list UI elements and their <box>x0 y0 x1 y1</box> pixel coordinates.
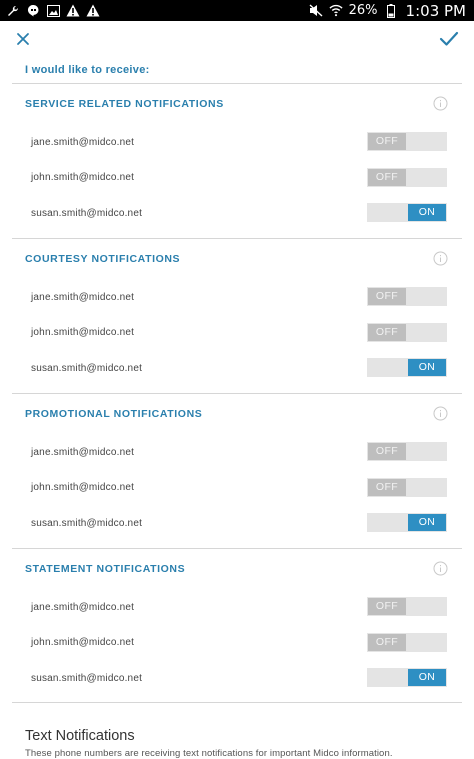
toggle-knob: OFF <box>368 133 406 150</box>
recipient-email: susan.smith@midco.net <box>31 363 143 374</box>
toggle-knob: OFF <box>368 288 406 305</box>
recipient-email: john.smith@midco.net <box>31 482 135 493</box>
section-title-service: SERVICE RELATED NOTIFICATIONS <box>25 98 224 110</box>
text-notifications-description: These phone numbers are receiving text n… <box>25 748 393 759</box>
wrench-icon <box>6 4 20 18</box>
recipient-email: susan.smith@midco.net <box>31 518 143 529</box>
recipient-email: john.smith@midco.net <box>31 172 135 183</box>
info-icon[interactable] <box>433 251 448 266</box>
status-bar-notifications <box>6 4 100 18</box>
recipient-email: john.smith@midco.net <box>31 637 135 648</box>
checkmark-icon <box>439 31 459 46</box>
toolbar <box>0 21 474 59</box>
divider <box>12 702 462 703</box>
notification-toggle[interactable]: OFF <box>367 442 447 461</box>
text-notifications-title: Text Notifications <box>25 728 135 744</box>
notification-toggle[interactable]: ON <box>367 668 447 687</box>
toggle-knob: ON <box>408 204 446 221</box>
toggle-knob: OFF <box>368 324 406 341</box>
mute-icon <box>309 4 323 18</box>
save-button[interactable] <box>436 27 462 51</box>
notification-toggle[interactable]: OFF <box>367 323 447 342</box>
notification-toggle[interactable]: OFF <box>367 478 447 497</box>
warning-icon <box>66 4 80 18</box>
toggle-knob: ON <box>408 669 446 686</box>
notification-toggle[interactable]: OFF <box>367 132 447 151</box>
section-title-statement: STATEMENT NOTIFICATIONS <box>25 563 186 575</box>
info-icon[interactable] <box>433 561 448 576</box>
toggle-knob: ON <box>408 514 446 531</box>
recipient-email: jane.smith@midco.net <box>31 137 135 148</box>
toggle-knob: OFF <box>368 598 406 615</box>
info-icon[interactable] <box>433 96 448 111</box>
recipient-email: jane.smith@midco.net <box>31 292 135 303</box>
toggle-knob: OFF <box>368 634 406 651</box>
divider <box>12 83 462 84</box>
divider <box>12 393 462 394</box>
toggle-knob: OFF <box>368 443 406 460</box>
close-button[interactable] <box>12 28 34 50</box>
hangouts-icon <box>26 4 40 18</box>
battery-percent: 26% <box>348 3 378 18</box>
recipient-email: jane.smith@midco.net <box>31 602 135 613</box>
toggle-knob: OFF <box>368 169 406 186</box>
recipient-email: susan.smith@midco.net <box>31 208 143 219</box>
section-title-promotional: PROMOTIONAL NOTIFICATIONS <box>25 408 203 420</box>
notification-toggle[interactable]: OFF <box>367 287 447 306</box>
status-bar-system: 26% 1:03 PM <box>309 2 466 20</box>
close-icon <box>17 33 29 45</box>
warning-icon <box>86 4 100 18</box>
recipient-email: susan.smith@midco.net <box>31 673 143 684</box>
toggle-knob: OFF <box>368 479 406 496</box>
notification-toggle[interactable]: ON <box>367 358 447 377</box>
battery-icon <box>384 3 398 18</box>
divider <box>12 238 462 239</box>
intro-label: I would like to receive: <box>25 64 150 76</box>
section-title-courtesy: COURTESY NOTIFICATIONS <box>25 253 181 265</box>
notification-toggle[interactable]: OFF <box>367 633 447 652</box>
recipient-email: jane.smith@midco.net <box>31 447 135 458</box>
image-icon <box>46 4 60 18</box>
notification-toggle[interactable]: OFF <box>367 597 447 616</box>
clock: 1:03 PM <box>405 1 466 20</box>
info-icon[interactable] <box>433 406 448 421</box>
notification-toggle[interactable]: ON <box>367 513 447 532</box>
status-bar: 26% 1:03 PM <box>0 0 474 21</box>
wifi-icon <box>329 4 343 18</box>
notification-toggle[interactable]: ON <box>367 203 447 222</box>
toggle-knob: ON <box>408 359 446 376</box>
notification-toggle[interactable]: OFF <box>367 168 447 187</box>
divider <box>12 548 462 549</box>
recipient-email: john.smith@midco.net <box>31 327 135 338</box>
